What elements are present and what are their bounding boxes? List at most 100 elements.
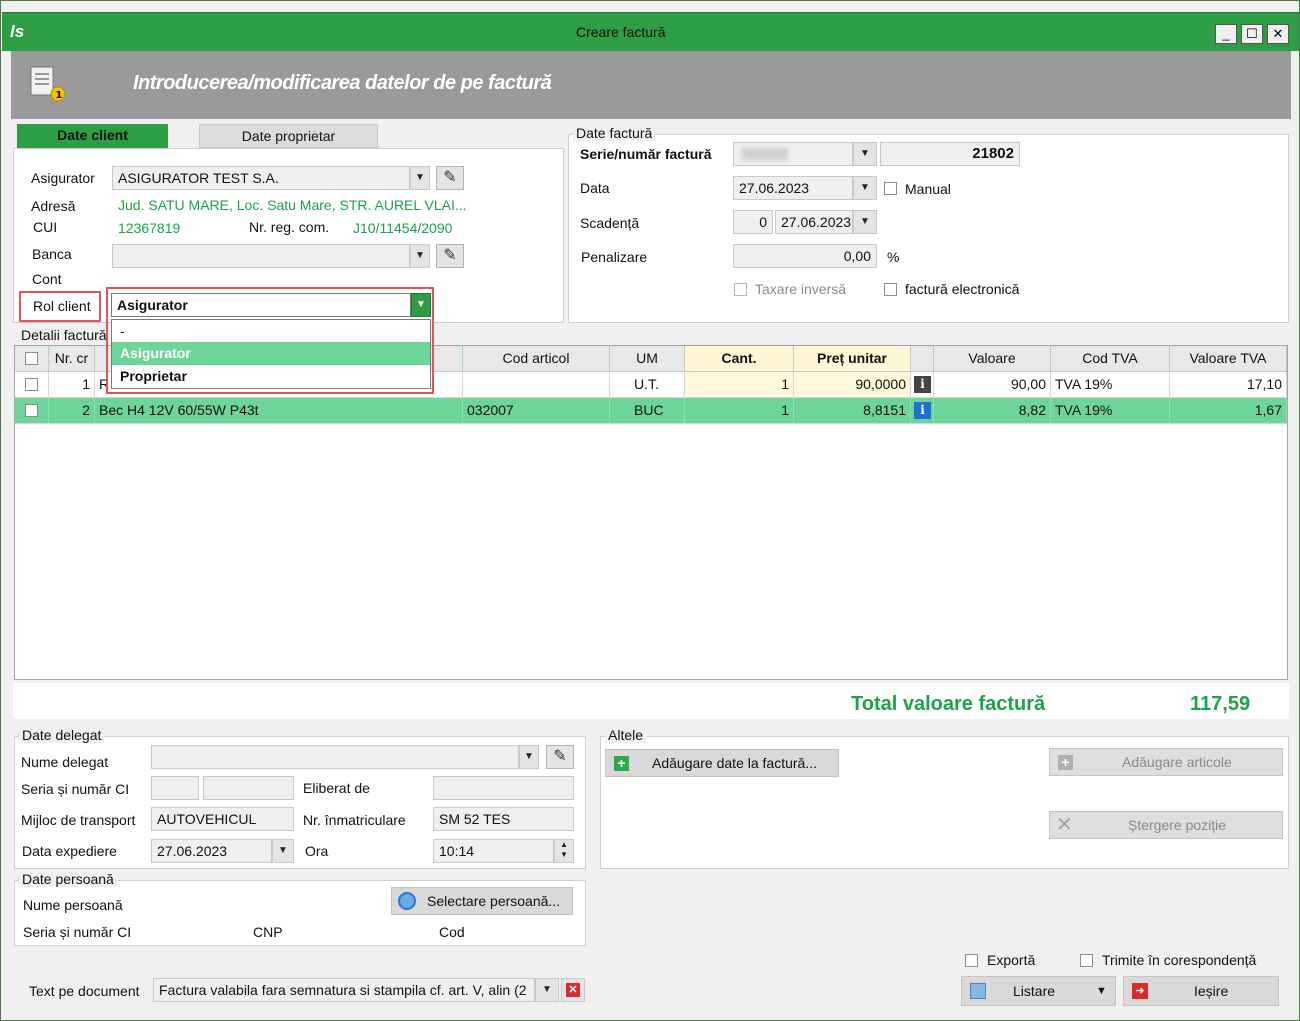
numar-ci-field[interactable] xyxy=(203,776,294,800)
ora-field[interactable]: 10:14 xyxy=(433,839,554,863)
nr-inmatriculare-field[interactable]: SM 52 TES xyxy=(433,807,574,831)
nrreg-value: J10/11454/2090 xyxy=(353,220,453,236)
serie-select[interactable] xyxy=(733,142,853,166)
col-valoare[interactable]: Valoare xyxy=(934,346,1051,372)
manual-checkbox[interactable] xyxy=(884,182,897,195)
row-pret-unitar[interactable]: 8,8151 xyxy=(794,398,911,424)
col-um[interactable]: UM xyxy=(610,346,685,372)
nume-delegat-select[interactable] xyxy=(151,745,519,769)
row-checkbox[interactable] xyxy=(25,404,38,417)
dropdown-option-selected[interactable]: Asigurator xyxy=(112,342,430,365)
dropdown-option[interactable]: - xyxy=(112,320,430,342)
rol-client-select[interactable]: Asigurator xyxy=(111,293,411,317)
chevron-down-icon[interactable]: ▼ xyxy=(519,745,539,769)
col-cod-tva[interactable]: Cod TVA xyxy=(1051,346,1170,372)
close-button[interactable]: ✕ xyxy=(1267,24,1289,44)
ora-spinner[interactable]: ▲ ▼ xyxy=(554,839,574,863)
chevron-down-icon[interactable]: ▼ xyxy=(410,166,430,190)
cnp-label: CNP xyxy=(253,924,283,940)
row-valoare-tva: 17,10 xyxy=(1170,372,1287,398)
text-document-field[interactable]: Factura valabila fara semnatura si stamp… xyxy=(153,978,535,1002)
seria-ci-field[interactable] xyxy=(151,776,199,800)
exporta-checkbox[interactable] xyxy=(965,954,978,967)
info-icon[interactable]: i xyxy=(914,376,931,393)
chevron-down-icon[interactable]: ▼ xyxy=(853,142,877,166)
eliberat-field[interactable] xyxy=(433,776,574,800)
minimize-button[interactable]: _ xyxy=(1215,24,1237,44)
exit-icon: ➜ xyxy=(1132,983,1148,999)
col-cod-articol[interactable]: Cod articol xyxy=(463,346,610,372)
trimite-checkbox[interactable] xyxy=(1080,954,1093,967)
chevron-down-icon[interactable]: ▼ xyxy=(411,293,431,317)
calendar-dropdown-icon[interactable]: ▼ xyxy=(853,176,877,200)
numar-factura-field[interactable]: 21802 xyxy=(880,142,1020,166)
selectare-persoana-button[interactable]: Selectare persoană... xyxy=(391,887,573,915)
row-cant[interactable]: 1 xyxy=(685,372,794,398)
search-person-icon xyxy=(398,892,416,910)
row-um[interactable]: BUC xyxy=(610,398,685,424)
select-all-checkbox[interactable] xyxy=(25,352,38,365)
maximize-button[interactable]: ☐ xyxy=(1241,24,1263,44)
row-cod-articol[interactable]: 032007 xyxy=(463,398,610,424)
row-valoare: 8,82 xyxy=(934,398,1051,424)
adaugare-articole-button[interactable]: + Adăugare articole xyxy=(1049,748,1283,776)
col-cant[interactable]: Cant. xyxy=(685,346,794,372)
row-valoare-tva: 1,67 xyxy=(1170,398,1287,424)
table-row-1-select xyxy=(15,372,49,398)
chevron-down-icon[interactable]: ▼ xyxy=(535,978,559,1002)
edit-banca-button[interactable]: ✎ xyxy=(436,244,464,268)
scadenta-date-field[interactable]: 27.06.2023 xyxy=(775,210,853,234)
table-row-2-select xyxy=(15,398,49,424)
col-nr-cr[interactable]: Nr. cr xyxy=(49,346,95,372)
row-um[interactable]: U.T. xyxy=(610,372,685,398)
scadenta-days-field[interactable]: 0 xyxy=(733,210,773,234)
adaugare-date-button[interactable]: + Adăugare date la factură... xyxy=(605,749,839,777)
calendar-dropdown-icon[interactable]: ▼ xyxy=(853,210,877,234)
row-cod-tva[interactable]: TVA 19% xyxy=(1051,372,1170,398)
row-cant[interactable]: 1 xyxy=(685,398,794,424)
row-checkbox[interactable] xyxy=(25,378,38,391)
data-expediere-field[interactable]: 27.06.2023 xyxy=(151,839,272,863)
iesire-button[interactable]: ➜ Ieșire xyxy=(1123,976,1279,1006)
edit-asigurator-button[interactable]: ✎ xyxy=(436,166,464,190)
asigurator-select[interactable]: ASIGURATOR TEST S.A. xyxy=(112,166,410,190)
data-factura-field[interactable]: 27.06.2023 xyxy=(733,176,853,200)
stergere-pozitie-button[interactable]: ✕ Ștergere poziție xyxy=(1049,811,1283,839)
delete-icon: ✕ xyxy=(1056,814,1073,836)
chevron-down-icon[interactable]: ▼ xyxy=(410,244,430,268)
factura-electronica-checkbox[interactable] xyxy=(884,283,897,296)
manual-label: Manual xyxy=(905,181,951,197)
listare-button[interactable]: Listare ▼ xyxy=(961,976,1116,1006)
row-nr: 1 xyxy=(49,372,95,398)
svg-text:1: 1 xyxy=(56,90,63,101)
chevron-down-icon[interactable]: ▼ xyxy=(1096,978,1107,1004)
row-pret-unitar[interactable]: 90,0000 xyxy=(794,372,911,398)
penalizare-field[interactable]: 0,00 xyxy=(733,244,877,268)
row-cod-tva[interactable]: TVA 19% xyxy=(1051,398,1170,424)
add-icon: + xyxy=(614,756,629,771)
tab-date-client[interactable]: Date client xyxy=(17,124,168,148)
adresa-label: Adresă xyxy=(31,198,76,214)
banca-select[interactable] xyxy=(112,244,410,268)
tab-date-proprietar[interactable]: Date proprietar xyxy=(199,124,378,148)
clear-text-icon[interactable]: ✕ xyxy=(561,978,585,1002)
date-delegat-title: Date delegat xyxy=(19,727,105,743)
col-pret-unitar[interactable]: Preț unitar xyxy=(794,346,911,372)
altele-title: Altele xyxy=(605,727,647,743)
penalizare-label: Penalizare xyxy=(581,249,648,265)
calendar-dropdown-icon[interactable]: ▼ xyxy=(272,839,294,863)
detalii-factura-title: Detalii factură xyxy=(18,327,110,343)
dropdown-option[interactable]: Proprietar xyxy=(112,365,430,387)
trimite-label: Trimite în corespondență xyxy=(1102,952,1257,968)
cont-label: Cont xyxy=(32,271,62,287)
row-denumire[interactable]: Bec H4 12V 60/55W P43t xyxy=(95,398,463,424)
nr-inmatriculare-label: Nr. înmatriculare xyxy=(303,812,406,828)
row-valoare: 90,00 xyxy=(934,372,1051,398)
edit-delegat-button[interactable]: ✎ xyxy=(546,745,574,769)
taxare-inversa-checkbox[interactable] xyxy=(734,283,747,296)
col-valoare-tva[interactable]: Valoare TVA xyxy=(1170,346,1287,372)
seria-ci-label: Seria și număr CI xyxy=(21,781,130,797)
info-icon[interactable]: i xyxy=(914,402,931,419)
mijloc-transport-field[interactable]: AUTOVEHICUL xyxy=(151,807,294,831)
row-cod-articol[interactable] xyxy=(463,372,610,398)
